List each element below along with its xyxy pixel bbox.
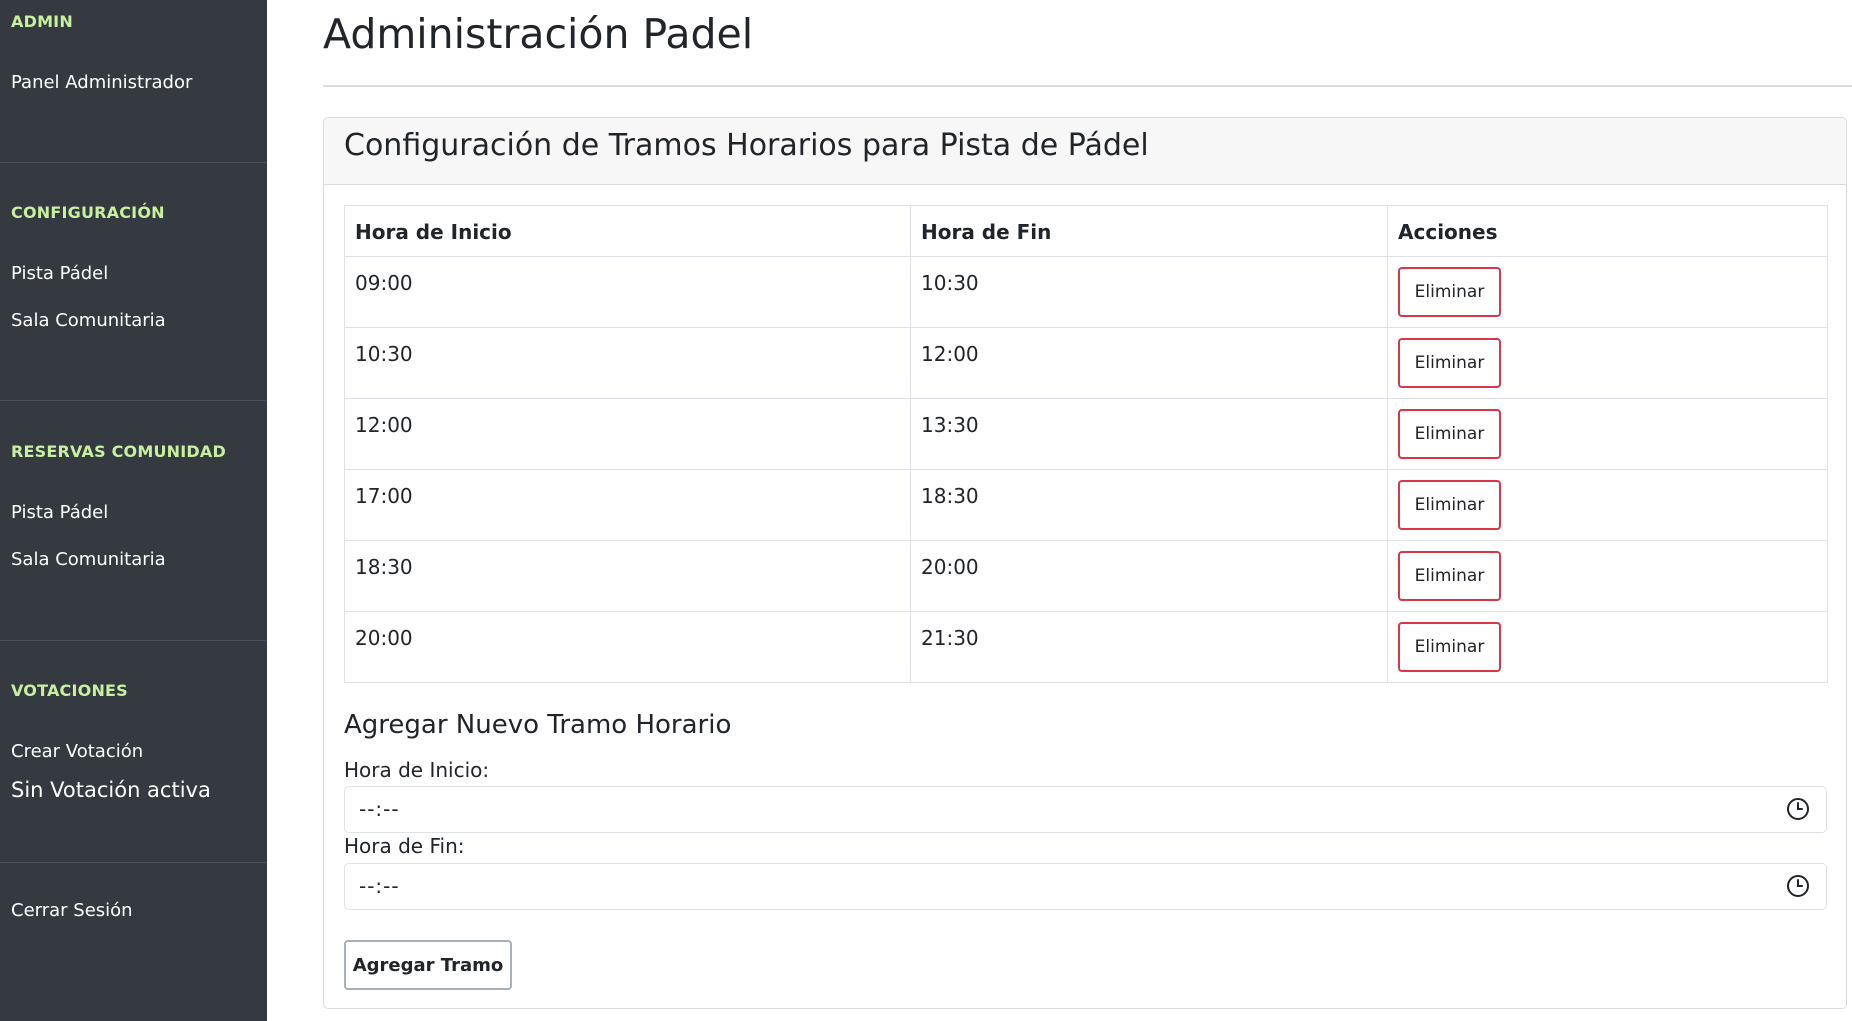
end-time-value: --:-- [359, 874, 400, 898]
sidebar-divider [0, 162, 267, 163]
cell-end-time: 18:30 [910, 469, 1388, 541]
cell-end-time: 20:00 [910, 540, 1388, 612]
cell-end-time: 21:30 [910, 611, 1388, 683]
sidebar-section-reservas: RESERVAS COMUNIDAD [0, 442, 267, 461]
table-row: 12:00 13:30 Eliminar [344, 398, 1828, 470]
sidebar-heading-admin: ADMIN [11, 12, 73, 31]
table-row: 09:00 10:30 Eliminar [344, 256, 1828, 328]
cell-actions: Eliminar [1387, 398, 1828, 470]
card-header: Configuración de Tramos Horarios para Pi… [324, 118, 1846, 185]
cell-start-time: 10:30 [344, 327, 911, 399]
sidebar-voting-status: Sin Votación activa [11, 778, 211, 802]
delete-slot-button[interactable]: Eliminar [1398, 480, 1501, 530]
sidebar-section-configuracion: CONFIGURACIÓN [0, 203, 267, 222]
cell-end-time: 12:00 [910, 327, 1388, 399]
card-title: Configuración de Tramos Horarios para Pi… [344, 128, 1149, 163]
cell-start-time: 18:30 [344, 540, 911, 612]
cell-end-time: 10:30 [910, 256, 1388, 328]
sidebar-item-logout[interactable]: Cerrar Sesión [11, 900, 133, 921]
table-row: 17:00 18:30 Eliminar [344, 469, 1828, 541]
sidebar-section-votaciones: VOTACIONES [0, 681, 267, 700]
table-row: 10:30 12:00 Eliminar [344, 327, 1828, 399]
sidebar-divider [0, 862, 267, 863]
page-title: Administración Padel [323, 10, 754, 58]
start-time-label: Hora de Inicio: [344, 758, 490, 782]
cell-end-time: 13:30 [910, 398, 1388, 470]
sidebar-item-crear-votacion[interactable]: Crear Votación [11, 741, 143, 762]
add-slot-title: Agregar Nuevo Tramo Horario [344, 710, 732, 740]
cell-actions: Eliminar [1387, 256, 1828, 328]
sidebar-item-panel-administrador[interactable]: Panel Administrador [11, 72, 192, 93]
time-slots-card: Configuración de Tramos Horarios para Pi… [323, 117, 1847, 1009]
app-root: ADMIN Panel Administrador CONFIGURACIÓN … [0, 0, 1852, 1021]
table-row: 20:00 21:30 Eliminar [344, 611, 1828, 683]
delete-slot-button[interactable]: Eliminar [1398, 338, 1501, 388]
time-slots-table: Hora de Inicio Hora de Fin Acciones 09:0… [344, 205, 1828, 683]
delete-slot-button[interactable]: Eliminar [1398, 622, 1501, 672]
main-content: Administración Padel Configuración de Tr… [323, 0, 1852, 1021]
clock-icon[interactable] [1786, 874, 1810, 898]
column-header-actions: Acciones [1387, 205, 1828, 257]
column-header-end: Hora de Fin [910, 205, 1388, 257]
sidebar-section-admin: ADMIN [0, 12, 267, 31]
delete-slot-button[interactable]: Eliminar [1398, 267, 1501, 317]
cell-actions: Eliminar [1387, 611, 1828, 683]
sidebar-divider [0, 640, 267, 641]
table-row: 18:30 20:00 Eliminar [344, 540, 1828, 612]
cell-start-time: 20:00 [344, 611, 911, 683]
end-time-input[interactable]: --:-- [344, 863, 1827, 910]
sidebar-divider [0, 400, 267, 401]
sidebar-item-reservas-sala-comunitaria[interactable]: Sala Comunitaria [11, 549, 166, 570]
sidebar-item-reservas-pista-padel[interactable]: Pista Pádel [11, 502, 108, 523]
start-time-value: --:-- [359, 797, 400, 821]
cell-start-time: 17:00 [344, 469, 911, 541]
start-time-input[interactable]: --:-- [344, 786, 1827, 833]
cell-actions: Eliminar [1387, 327, 1828, 399]
cell-start-time: 12:00 [344, 398, 911, 470]
sidebar-item-config-pista-padel[interactable]: Pista Pádel [11, 263, 108, 284]
column-header-start: Hora de Inicio [344, 205, 911, 257]
delete-slot-button[interactable]: Eliminar [1398, 551, 1501, 601]
table-header-row: Hora de Inicio Hora de Fin Acciones [344, 205, 1828, 257]
sidebar: ADMIN Panel Administrador CONFIGURACIÓN … [0, 0, 267, 1021]
add-slot-button[interactable]: Agregar Tramo [344, 940, 512, 990]
title-divider [323, 85, 1852, 87]
cell-start-time: 09:00 [344, 256, 911, 328]
clock-icon[interactable] [1786, 797, 1810, 821]
sidebar-heading-configuracion: CONFIGURACIÓN [11, 203, 165, 222]
end-time-label: Hora de Fin: [344, 834, 465, 858]
sidebar-heading-votaciones: VOTACIONES [11, 681, 128, 700]
delete-slot-button[interactable]: Eliminar [1398, 409, 1501, 459]
cell-actions: Eliminar [1387, 540, 1828, 612]
sidebar-item-config-sala-comunitaria[interactable]: Sala Comunitaria [11, 310, 166, 331]
sidebar-heading-reservas: RESERVAS COMUNIDAD [11, 442, 226, 461]
cell-actions: Eliminar [1387, 469, 1828, 541]
